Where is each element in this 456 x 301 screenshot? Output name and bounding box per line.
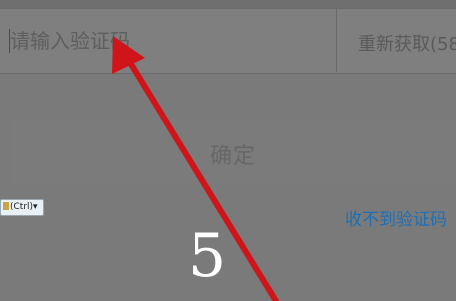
step-number-label: 5 — [188, 221, 227, 291]
annotation-arrow — [112, 36, 279, 301]
arrow-head — [112, 36, 145, 74]
